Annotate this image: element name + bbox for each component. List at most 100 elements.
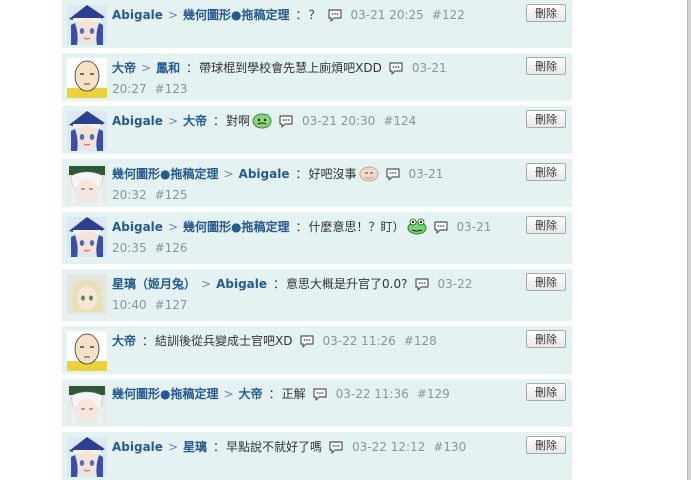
abigale-avatar[interactable] [67,217,107,257]
author-link[interactable]: 大帝 [112,334,136,348]
abigale-avatar[interactable] [67,437,107,477]
comment-text: 意思大概是升官了0.0? [286,277,408,291]
white-hair-avatar[interactable] [67,164,107,204]
reply-to-link[interactable]: 大帝 [239,387,263,401]
author-link[interactable]: Abigale [112,440,163,454]
comment-timestamp: 03-21 20:25 [350,8,424,22]
reply-bubble-icon[interactable] [433,220,449,234]
reply-bubble-icon[interactable] [414,277,430,291]
reply-bubble-icon[interactable] [328,440,344,454]
author-link[interactable]: 星璃（姬月兔） [112,277,196,291]
delete-button[interactable]: 刪除 [526,57,566,75]
comment-timestamp: 03-22 12:12 [352,440,426,454]
comment-content: 大帝 ：結訓後從兵變成士官吧XD 03-22 11:26 #128 [112,331,522,352]
colon: ： [295,8,308,22]
reply-bubble-icon[interactable] [327,8,343,22]
comment-number-link[interactable]: #123 [155,82,188,96]
comment-row: Abigale > 幾何圖形●拖稿定理 ：什麼意思！？盯） 03-21 20:35 #12… [62,212,572,265]
colon: ： [295,220,308,234]
comment-content: Abigale > 大帝 ：對啊 03-21 20:30 #124 [112,111,522,132]
white-hair-avatar[interactable] [67,384,107,424]
comment-number-link[interactable]: #128 [404,334,437,348]
delete-button[interactable]: 刪除 [526,4,566,22]
bald-hero-avatar[interactable] [67,58,107,98]
reply-to-link[interactable]: 幾何圖形●拖稿定理 [183,8,289,22]
elf-avatar[interactable] [67,274,107,314]
delete-button[interactable]: 刪除 [526,273,566,291]
comment-content: 幾何圖形●拖稿定理 > 大帝 ：正解 03-22 11:36 #129 [112,384,522,405]
comment-number-link[interactable]: #122 [432,8,465,22]
comment-number-link[interactable]: #130 [433,440,466,454]
reply-bubble-icon[interactable] [388,61,404,75]
delete-button[interactable]: 刪除 [526,163,566,181]
author-link[interactable]: 幾何圖形●拖稿定理 [112,167,218,181]
reply-arrow: > [223,387,234,401]
sweat-face-emoji-icon [252,111,272,129]
comment-number-link[interactable]: #124 [383,114,416,128]
reply-arrow: > [167,114,178,128]
reply-to-link[interactable]: 幾何圖形●拖稿定理 [183,220,289,234]
reply-arrow: > [167,220,178,234]
colon: ： [268,387,281,401]
colon: ： [213,440,226,454]
comment-timestamp: 03-21 20:30 [302,114,376,128]
comment-timestamp: 03-22 11:26 [322,334,396,348]
reply-to-link[interactable]: Abigale [239,167,290,181]
reply-arrow: > [167,8,178,22]
bald-hero-avatar[interactable] [67,331,107,371]
comment-row: Abigale > 星璃 ：早點說不就好了嗎 03-22 12:12 #130 刪除 [62,432,572,480]
reply-to-link[interactable]: 鳳和 [156,61,180,75]
comment-number-link[interactable]: #125 [155,188,188,202]
comment-content: Abigale > 幾何圖形●拖稿定理 ：？ 03-21 20:25 #122 [112,5,522,26]
reply-bubble-icon[interactable] [385,167,401,181]
comment-content: Abigale > 星璃 ：早點說不就好了嗎 03-22 12:12 #130 [112,437,522,458]
author-link[interactable]: Abigale [112,220,163,234]
comment-text: 帶球棍到學校會先慧上廁煩吧XDD [199,61,382,75]
author-link[interactable]: 大帝 [112,61,136,75]
colon: ： [142,334,155,348]
comment-row: 大帝 ：結訓後從兵變成士官吧XD 03-22 11:26 #128 刪除 [62,326,572,375]
comment-number-link[interactable]: #126 [155,241,188,255]
comment-text: 結訓後從兵變成士官吧XD [155,334,293,348]
reply-to-link[interactable]: Abigale [216,277,267,291]
colon: ： [295,167,308,181]
reply-bubble-icon[interactable] [312,387,328,401]
comment-content: 星璃（姬月兔） > Abigale ：意思大概是升官了0.0? 03-22 10:40 #… [112,274,522,316]
reply-arrow: > [201,277,212,291]
colon: ： [273,277,286,291]
frog-face-emoji-icon [407,217,427,235]
comment-content: 大帝 > 鳳和 ：帶球棍到學校會先慧上廁煩吧XDD 03-21 20:27 #123 [112,58,522,100]
colon: ： [186,61,199,75]
delete-button[interactable]: 刪除 [526,330,566,348]
comment-page: Abigale > 幾何圖形●拖稿定理：？ 03-21 20:25 #122 刪除 大帝 > 鳳… [0,0,691,480]
comment-row: 幾何圖形●拖稿定理 > 大帝 ：正解 03-22 11:36 #129 刪除 [62,379,572,428]
abigale-avatar[interactable] [67,111,107,151]
comment-text: 好吧沒事 [308,167,357,181]
comment-content: 幾何圖形●拖稿定理 > Abigale ：好吧沒事 03-21 20:32 #125 [112,164,522,206]
delete-button[interactable]: 刪除 [526,216,566,234]
author-link[interactable]: Abigale [112,8,163,22]
reply-arrow: > [141,61,152,75]
reply-bubble-icon[interactable] [299,334,315,348]
reply-bubble-icon[interactable] [278,114,294,128]
comment-row: Abigale > 大帝 ：對啊 03-21 20:30 #124 刪除 [62,106,572,155]
comment-number-link[interactable]: #127 [155,298,188,312]
delete-button[interactable]: 刪除 [526,383,566,401]
comment-text: 什麼意思！？盯） [308,220,405,234]
abigale-avatar[interactable] [67,5,107,45]
reply-to-link[interactable]: 星璃 [183,440,207,454]
reply-arrow: > [223,167,234,181]
comment-timestamp: 03-22 11:36 [335,387,409,401]
reply-arrow: > [167,440,178,454]
author-link[interactable]: 幾何圖形●拖稿定理 [112,387,218,401]
old-man-face-emoji-icon [359,164,379,182]
comment-row: Abigale > 幾何圖形●拖稿定理 ：？ 03-21 20:25 #122 刪除 [62,0,572,49]
delete-button[interactable]: 刪除 [526,436,566,454]
author-link[interactable]: Abigale [112,114,163,128]
colon: ： [213,114,226,128]
comment-text: 正解 [281,387,306,401]
reply-to-link[interactable]: 大帝 [183,114,207,128]
delete-button[interactable]: 刪除 [526,110,566,128]
comment-number-link[interactable]: #129 [417,387,450,401]
comment-row: 星璃（姬月兔） > Abigale ：意思大概是升官了0.0? 03-22 10:40 #… [62,269,572,322]
